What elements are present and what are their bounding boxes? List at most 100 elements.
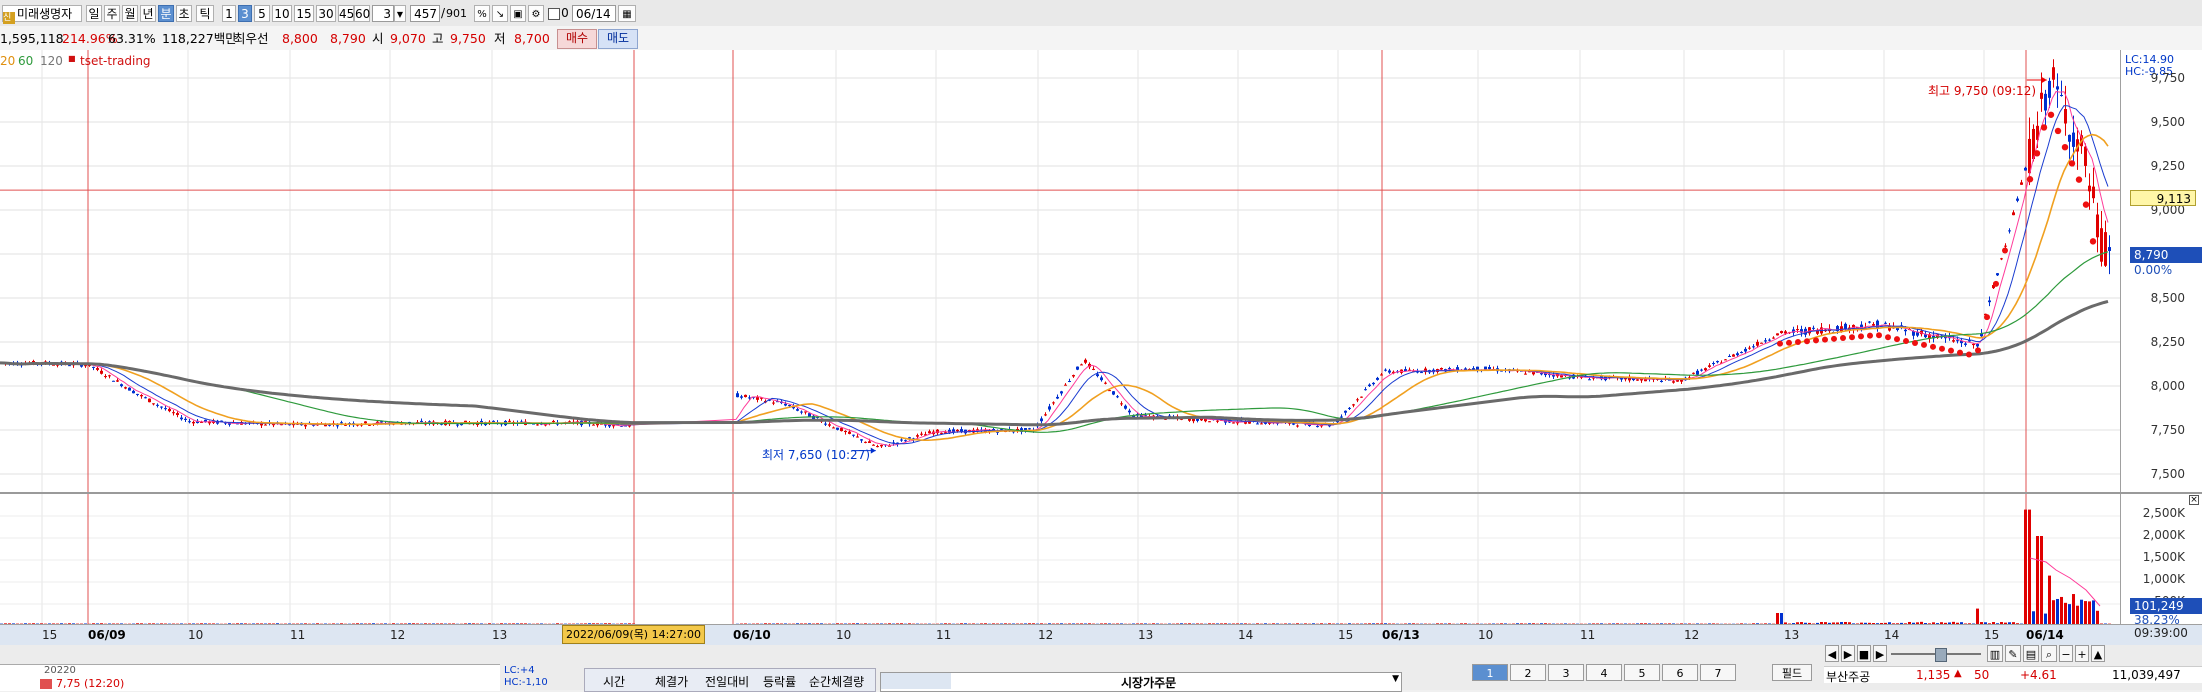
candle-body: [1724, 359, 1727, 360]
tab-2[interactable]: 2: [1510, 664, 1546, 681]
signal-marker: [1939, 346, 1945, 352]
candle-body: [1384, 370, 1387, 371]
candle-body: [96, 368, 99, 370]
candle-body: [1964, 344, 1967, 345]
tab-3[interactable]: 3: [1548, 664, 1584, 681]
interval-input[interactable]: 3: [372, 5, 394, 22]
candle-body: [1796, 329, 1799, 330]
price-axis-tick: 8,250: [2151, 335, 2185, 349]
candle-body: [2048, 81, 2051, 98]
period-button[interactable]: 주: [104, 5, 120, 22]
field-button[interactable]: 필드: [1772, 664, 1812, 681]
period-button[interactable]: 틱: [196, 5, 214, 22]
tab-7[interactable]: 7: [1700, 664, 1736, 681]
option-checkbox[interactable]: [548, 5, 560, 22]
period-button[interactable]: 분: [158, 5, 174, 22]
watchlist-row[interactable]: 부산주공 1,135 ▲ 50 +4.61 11,039,497: [1824, 666, 2202, 683]
candle-body: [824, 424, 827, 425]
time-axis-date: 06/09: [88, 628, 126, 642]
interval-dropdown-icon[interactable]: ▼: [394, 5, 406, 22]
watch-pct: +4.61: [2020, 668, 2057, 682]
signal-marker: [2055, 128, 2061, 134]
bars-count-input[interactable]: 457: [410, 5, 440, 22]
search-icon[interactable]: ⌕: [2041, 645, 2057, 662]
best-ask-label: 최우선: [234, 30, 269, 48]
scroll-thumb[interactable]: [1935, 648, 1947, 662]
signal-marker: [1885, 334, 1891, 340]
high-label: 고: [432, 30, 444, 48]
interval-button[interactable]: 60: [354, 5, 370, 22]
gear-icon[interactable]: ⚙: [528, 5, 544, 22]
pane-close-icon[interactable]: ×: [2189, 495, 2199, 505]
candle-body: [1316, 426, 1319, 427]
buy-button[interactable]: 매수: [557, 29, 597, 49]
interval-button[interactable]: 5: [254, 5, 270, 22]
chevron-down-icon[interactable]: ▼: [1392, 674, 1399, 684]
candle-body: [740, 396, 743, 397]
scroll-up-icon[interactable]: ▲: [2091, 645, 2105, 662]
zoom-out-icon[interactable]: −: [2059, 645, 2073, 662]
tab-5[interactable]: 5: [1624, 664, 1660, 681]
stop-icon[interactable]: ■: [1857, 645, 1871, 662]
price-chart-pane[interactable]: [0, 50, 2120, 492]
interval-button[interactable]: 45: [338, 5, 354, 22]
crosshair-time-label: 2022/06/09(목) 14:27:00: [562, 625, 705, 644]
interval-button[interactable]: 1: [222, 5, 236, 22]
date-input[interactable]: 06/14: [572, 5, 616, 22]
candle-body: [1636, 379, 1639, 380]
candle-body: [164, 408, 167, 409]
save-icon[interactable]: ▣: [510, 5, 526, 22]
candle-body: [772, 403, 775, 404]
market-order-select[interactable]: 시장가주문 ▼: [880, 672, 1402, 692]
signal-marker: [1795, 339, 1801, 345]
mini-hc: HC:-1,10: [504, 677, 548, 688]
trendline-tool-icon[interactable]: ↘: [492, 5, 508, 22]
zoom-in-area-icon[interactable]: ▥: [1987, 645, 2003, 662]
candle-body: [1208, 421, 1211, 422]
period-button[interactable]: 일: [86, 5, 102, 22]
interval-button[interactable]: 30: [316, 5, 336, 22]
tab-6[interactable]: 6: [1662, 664, 1698, 681]
candle-body: [2108, 247, 2111, 251]
candle-body: [1296, 426, 1299, 427]
candle-body: [1732, 354, 1735, 356]
time-axis-hour: 11: [936, 628, 951, 642]
candle-body: [1740, 352, 1743, 353]
period-button[interactable]: 년: [140, 5, 156, 22]
candle-body: [132, 391, 135, 393]
calendar-icon[interactable]: ▦: [618, 5, 636, 22]
candle-body: [192, 422, 195, 423]
candle-body: [92, 367, 95, 368]
scroll-right-icon[interactable]: ▶: [1841, 645, 1855, 662]
percent-tool-icon[interactable]: %: [474, 5, 490, 22]
signal-marker: [1903, 338, 1909, 344]
signal-marker: [1966, 351, 1972, 357]
volume-chart-pane[interactable]: [0, 494, 2120, 624]
signal-marker: [2062, 144, 2068, 150]
period-button[interactable]: 월: [122, 5, 138, 22]
high-annotation: 최고 9,750 (09:12): [1928, 82, 2036, 99]
candle-body: [2004, 246, 2007, 247]
tab-4[interactable]: 4: [1586, 664, 1622, 681]
zoom-in-icon[interactable]: +: [2075, 645, 2089, 662]
draw-tool-icon[interactable]: ✎: [2005, 645, 2021, 662]
stock-name-field[interactable]: 신미래생명자: [2, 5, 82, 22]
volume-bar: [1976, 609, 1979, 624]
interval-button[interactable]: 10: [272, 5, 292, 22]
stock-name: 미래생명자: [17, 7, 72, 21]
time-axis-hour: 11: [1580, 628, 1595, 642]
scroll-left-icon[interactable]: ◀: [1825, 645, 1839, 662]
candle-body: [2104, 232, 2107, 266]
candle-body: [552, 421, 555, 422]
chart-type-icon[interactable]: ▤: [2023, 645, 2039, 662]
candle-body: [1376, 378, 1379, 380]
candle-body: [1696, 371, 1699, 375]
volume-bar: [2076, 606, 2079, 624]
sell-button[interactable]: 매도: [598, 29, 638, 49]
period-button[interactable]: 초: [176, 5, 192, 22]
play-icon[interactable]: ▶: [1873, 645, 1887, 662]
interval-button[interactable]: 3: [238, 5, 252, 22]
candle-body: [876, 446, 879, 447]
interval-button[interactable]: 15: [294, 5, 314, 22]
tab-1[interactable]: 1: [1472, 664, 1508, 681]
